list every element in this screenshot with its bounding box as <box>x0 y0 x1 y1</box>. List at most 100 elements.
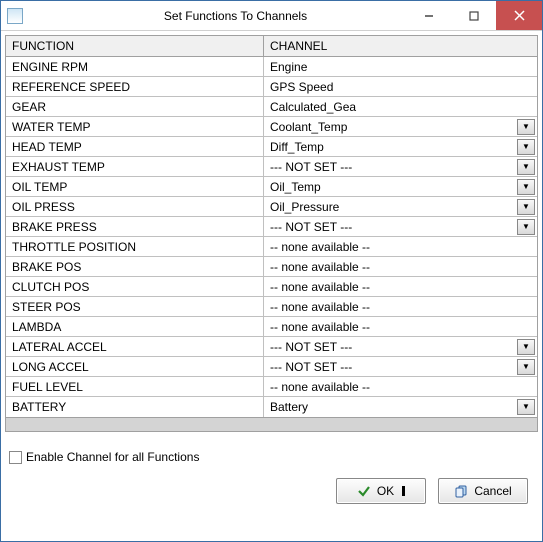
function-cell[interactable]: OIL TEMP <box>6 177 264 196</box>
channel-cell[interactable]: Battery ▼ <box>264 397 537 417</box>
table-row: ENGINE RPM Engine <box>6 57 537 77</box>
channel-cell[interactable]: -- none available -- <box>264 237 537 256</box>
channel-value: -- none available -- <box>270 320 370 334</box>
channel-cell[interactable]: Diff_Temp ▼ <box>264 137 537 156</box>
channel-cell[interactable]: Coolant_Temp▼ <box>264 117 537 136</box>
function-cell[interactable]: REFERENCE SPEED <box>6 77 264 96</box>
maximize-button[interactable] <box>451 1 496 30</box>
function-cell[interactable]: WATER TEMP <box>6 117 264 136</box>
function-cell[interactable]: GEAR <box>6 97 264 116</box>
function-cell[interactable]: ENGINE RPM <box>6 57 264 76</box>
enable-all-row: Enable Channel for all Functions <box>5 432 538 472</box>
chevron-down-icon: ▼ <box>522 403 530 411</box>
function-cell[interactable]: CLUTCH POS <box>6 277 264 296</box>
function-cell[interactable]: EXHAUST TEMP <box>6 157 264 176</box>
function-cell[interactable]: STEER POS <box>6 297 264 316</box>
channel-value: Engine <box>270 60 307 74</box>
ok-decor <box>402 486 405 496</box>
channel-value: GPS Speed <box>270 80 333 94</box>
table-row: OIL TEMPOil_Temp▼ <box>6 177 537 197</box>
table-row: HEAD TEMP Diff_Temp ▼ <box>6 137 537 157</box>
table-row: WATER TEMPCoolant_Temp▼ <box>6 117 537 137</box>
table-row: STEER POS-- none available -- <box>6 297 537 317</box>
grid-scrollbar-area <box>6 417 537 431</box>
chevron-down-icon: ▼ <box>522 343 530 351</box>
grid-header: FUNCTION CHANNEL <box>6 36 537 57</box>
channel-cell[interactable]: Oil_Pressure▼ <box>264 197 537 216</box>
channel-cell[interactable]: -- none available -- <box>264 317 537 336</box>
function-cell[interactable]: LONG ACCEL <box>6 357 264 376</box>
ok-label: OK <box>377 484 394 498</box>
table-row: REFERENCE SPEED GPS Speed <box>6 77 537 97</box>
channel-cell[interactable]: GPS Speed <box>264 77 537 96</box>
close-button[interactable] <box>496 1 542 30</box>
dropdown-button[interactable]: ▼ <box>517 219 535 235</box>
table-row: GEAR Calculated_Gea <box>6 97 537 117</box>
channel-value: -- none available -- <box>270 240 370 254</box>
table-row: BRAKE PRESS --- NOT SET --- ▼ <box>6 217 537 237</box>
dropdown-button[interactable]: ▼ <box>517 399 535 415</box>
channel-cell[interactable]: --- NOT SET --- ▼ <box>264 357 537 376</box>
channel-value: Battery <box>270 400 308 414</box>
dropdown-button[interactable]: ▼ <box>517 359 535 375</box>
header-function[interactable]: FUNCTION <box>6 36 264 56</box>
minimize-icon <box>424 11 434 21</box>
table-row: LAMBDA -- none available -- <box>6 317 537 337</box>
channel-cell[interactable]: -- none available -- <box>264 377 537 396</box>
channel-value: --- NOT SET --- <box>270 220 352 234</box>
cancel-button[interactable]: Cancel <box>438 478 528 504</box>
function-cell[interactable]: FUEL LEVEL <box>6 377 264 396</box>
table-row: CLUTCH POS -- none available -- <box>6 277 537 297</box>
table-row: THROTTLE POSITION -- none available -- <box>6 237 537 257</box>
channel-cell[interactable]: Engine <box>264 57 537 76</box>
chevron-down-icon: ▼ <box>522 143 530 151</box>
chevron-down-icon: ▼ <box>522 123 530 131</box>
dropdown-button[interactable]: ▼ <box>517 119 535 135</box>
dialog-buttons: OK Cancel <box>5 472 538 510</box>
dialog-content: FUNCTION CHANNEL ENGINE RPM Engine REFEREN… <box>1 31 542 541</box>
dropdown-button[interactable]: ▼ <box>517 179 535 195</box>
channel-value: -- none available -- <box>270 280 370 294</box>
ok-button[interactable]: OK <box>336 478 426 504</box>
table-row: OIL PRESSOil_Pressure▼ <box>6 197 537 217</box>
function-cell[interactable]: LATERAL ACCEL <box>6 337 264 356</box>
table-row: BRAKE POS-- none available -- <box>6 257 537 277</box>
function-cell[interactable]: BRAKE PRESS <box>6 217 264 236</box>
channel-value: --- NOT SET --- <box>270 160 352 174</box>
channel-value: Diff_Temp <box>270 140 324 154</box>
channel-cell[interactable]: Calculated_Gea <box>264 97 537 116</box>
dropdown-button[interactable]: ▼ <box>517 339 535 355</box>
minimize-button[interactable] <box>406 1 451 30</box>
header-channel[interactable]: CHANNEL <box>264 36 537 56</box>
app-icon <box>7 8 23 24</box>
function-cell[interactable]: OIL PRESS <box>6 197 264 216</box>
table-row: EXHAUST TEMP --- NOT SET --- ▼ <box>6 157 537 177</box>
check-icon <box>357 484 371 498</box>
function-cell[interactable]: LAMBDA <box>6 317 264 336</box>
function-cell[interactable]: BRAKE POS <box>6 257 264 276</box>
channel-cell[interactable]: -- none available -- <box>264 257 537 276</box>
channel-value: --- NOT SET --- <box>270 360 352 374</box>
dialog-window: Set Functions To Channels FUNCTION CHANN… <box>0 0 543 542</box>
chevron-down-icon: ▼ <box>522 363 530 371</box>
channel-cell[interactable]: --- NOT SET --- ▼ <box>264 157 537 176</box>
channel-cell[interactable]: -- none available -- <box>264 277 537 296</box>
channel-value: Calculated_Gea <box>270 100 356 114</box>
title-bar: Set Functions To Channels <box>1 1 542 31</box>
enable-all-label: Enable Channel for all Functions <box>26 450 199 464</box>
function-cell[interactable]: THROTTLE POSITION <box>6 237 264 256</box>
dropdown-button[interactable]: ▼ <box>517 199 535 215</box>
close-icon <box>514 10 525 21</box>
channel-cell[interactable]: --- NOT SET --- ▼ <box>264 217 537 236</box>
channel-cell[interactable]: Oil_Temp▼ <box>264 177 537 196</box>
window-controls <box>406 1 542 30</box>
function-cell[interactable]: HEAD TEMP <box>6 137 264 156</box>
cancel-icon <box>454 484 468 498</box>
functions-grid: FUNCTION CHANNEL ENGINE RPM Engine REFEREN… <box>5 35 538 432</box>
channel-cell[interactable]: --- NOT SET ---▼ <box>264 337 537 356</box>
dropdown-button[interactable]: ▼ <box>517 139 535 155</box>
dropdown-button[interactable]: ▼ <box>517 159 535 175</box>
function-cell[interactable]: BATTERY <box>6 397 264 417</box>
enable-all-checkbox[interactable] <box>9 451 22 464</box>
channel-cell[interactable]: -- none available -- <box>264 297 537 316</box>
